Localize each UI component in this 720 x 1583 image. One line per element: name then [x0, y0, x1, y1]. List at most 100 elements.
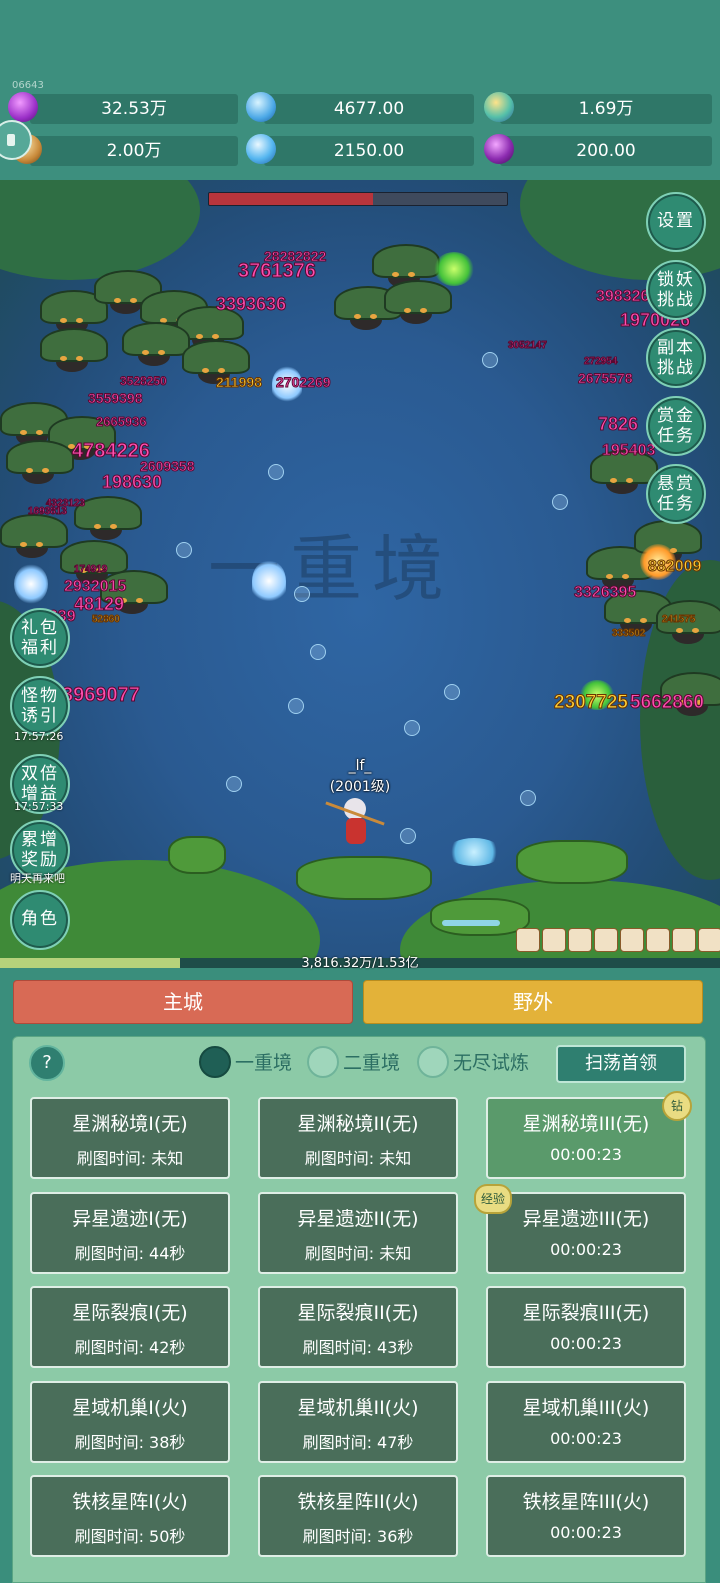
reward-task-label: 悬赏 任务 — [657, 474, 695, 514]
skill-icon[interactable] — [620, 928, 644, 952]
radio-dot — [307, 1046, 339, 1078]
stage-card[interactable]: 星渊秘境III(无) 00:00:23 钻 — [486, 1091, 692, 1179]
stage-card[interactable]: 星渊秘境II(无) 刷图时间: 未知 — [258, 1097, 458, 1179]
stage-card[interactable]: 异星遗迹III(无) 00:00:23 经验 — [474, 1184, 686, 1274]
damage-number: 3393636 — [215, 294, 287, 315]
realm-watermark: 一重境 — [208, 527, 455, 611]
cumulative-reward-label: 累增 奖励 — [21, 830, 59, 870]
settings-button[interactable]: 设置 — [646, 192, 706, 252]
damage-number: 211998 — [216, 374, 263, 391]
tab-main-city[interactable]: 主城 — [13, 980, 353, 1024]
id-text: 06643 — [12, 80, 44, 91]
stage-card[interactable]: 星渊秘境I(无) 刷图时间: 未知 — [30, 1097, 230, 1179]
stage-time: 刷图时间: 47秒 — [302, 1433, 414, 1452]
resource-row-1: 32.53万 4677.00 1.69万 — [0, 92, 720, 126]
stage-card[interactable]: 异星遗迹II(无) 刷图时间: 未知 — [258, 1192, 458, 1274]
stage-panel: ? 一重境 二重境 无尽试炼 扫荡首领 星渊秘境I(无) 刷图时间: 未知 星渊秘境… — [12, 1036, 706, 1583]
resource-row-2: 2.00万 2150.00 200.00 — [0, 134, 720, 168]
stage-card[interactable]: 星际裂痕II(无) 刷图时间: 43秒 — [258, 1286, 458, 1368]
reward-task-button[interactable]: 悬赏 任务 — [646, 464, 706, 524]
stage-title: 星渊秘境II(无) — [297, 1113, 419, 1135]
boss-hp-bar — [208, 192, 508, 206]
resource-purple-fruit: 200.00 — [500, 136, 712, 166]
poison-effect — [434, 252, 474, 286]
leaf-platform — [516, 840, 628, 884]
bubble — [404, 720, 420, 736]
demon-lock-challenge-button[interactable]: 锁妖 挑战 — [646, 260, 706, 320]
realm-radio-label: 二重境 — [343, 1052, 401, 1074]
dungeon-challenge-label: 副本 挑战 — [657, 338, 695, 378]
resource-ice-shard: 2150.00 — [264, 136, 474, 166]
tab-wild[interactable]: 野外 — [363, 980, 703, 1024]
help-button[interactable]: ? — [29, 1045, 65, 1081]
stage-title: 铁核星阵III(火) — [522, 1491, 650, 1513]
mushroom-monster — [6, 440, 74, 486]
stage-time: 00:00:23 — [550, 1429, 622, 1448]
stage-card[interactable]: 星际裂痕III(无) 00:00:23 — [486, 1286, 686, 1368]
stage-time: 刷图时间: 38秒 — [74, 1433, 186, 1452]
tornado-effect — [252, 560, 286, 602]
stage-time: 刷图时间: 42秒 — [74, 1338, 186, 1357]
bubble — [520, 790, 536, 806]
stage-card[interactable]: 星域机巢II(火) 刷图时间: 47秒 — [258, 1381, 458, 1463]
skill-icon[interactable] — [568, 928, 592, 952]
stage-time: 刷图时间: 43秒 — [302, 1338, 414, 1357]
stage-card[interactable]: 星域机巢I(火) 刷图时间: 38秒 — [30, 1381, 230, 1463]
skill-icon[interactable] — [594, 928, 618, 952]
player-mana-bar — [442, 920, 500, 926]
demon-lock-challenge-label: 锁妖 挑战 — [657, 270, 695, 310]
sweep-boss-button[interactable]: 扫荡首领 — [556, 1045, 686, 1083]
stage-time: 刷图时间: 44秒 — [74, 1244, 186, 1263]
character-button[interactable]: 角色 — [10, 890, 70, 950]
resource-value: 32.53万 — [101, 99, 167, 119]
resource-value: 1.69万 — [578, 99, 634, 119]
stage-card[interactable]: 铁核星阵I(火) 刷图时间: 50秒 — [30, 1475, 230, 1557]
bubble — [482, 352, 498, 368]
skill-icon[interactable] — [672, 928, 696, 952]
stage-title: 异星遗迹II(无) — [297, 1208, 419, 1230]
skill-icon[interactable] — [516, 928, 540, 952]
skill-icon[interactable] — [542, 928, 566, 952]
damage-number: 3528250 — [120, 374, 168, 389]
crystal-tree-icon — [446, 838, 502, 866]
bubble — [268, 464, 284, 480]
resource-gold-scroll: 2.00万 — [30, 136, 238, 166]
radio-dot — [417, 1046, 449, 1078]
bubble — [552, 494, 568, 510]
damage-number: 198630 — [101, 472, 163, 493]
stage-card[interactable]: 异星遗迹I(无) 刷图时间: 44秒 — [30, 1192, 230, 1274]
stage-card[interactable]: 星际裂痕I(无) 刷图时间: 42秒 — [30, 1286, 230, 1368]
blue-crystal-icon — [246, 92, 276, 122]
purple-gem-icon — [8, 92, 38, 122]
skill-icon[interactable] — [698, 928, 720, 952]
character-label: 角色 — [21, 909, 59, 929]
purple-fruit-icon — [484, 134, 514, 164]
stage-title: 星际裂痕I(无) — [72, 1302, 188, 1324]
damage-number: 2675578 — [578, 370, 634, 387]
stage-title: 异星遗迹I(无) — [72, 1208, 188, 1230]
mushroom-monster — [122, 322, 190, 368]
stage-time: 刷图时间: 36秒 — [302, 1527, 414, 1546]
damage-number: 174919 — [73, 564, 108, 576]
leaf-platform — [168, 836, 226, 874]
damage-number: 2665936 — [96, 414, 148, 430]
stage-time: 刷图时间: 50秒 — [74, 1527, 186, 1546]
double-buff-timer: 17:57:33 — [14, 800, 64, 813]
stage-card[interactable]: 铁核星阵II(火) 刷图时间: 36秒 — [258, 1475, 458, 1557]
stage-title: 星际裂痕II(无) — [297, 1302, 419, 1324]
monster-lure-button[interactable]: 怪物 诱引 — [10, 676, 70, 736]
settings-label: 设置 — [657, 211, 695, 231]
bubble — [288, 698, 304, 714]
bubble — [176, 542, 192, 558]
skill-icon[interactable] — [646, 928, 670, 952]
dungeon-challenge-button[interactable]: 副本 挑战 — [646, 328, 706, 388]
gift-welfare-button[interactable]: 礼包 福利 — [10, 608, 70, 668]
stage-title: 铁核星阵II(火) — [297, 1491, 419, 1513]
leaf-platform — [296, 856, 432, 900]
damage-number: 241575 — [661, 614, 696, 626]
bounty-gold-task-label: 赏金 任务 — [657, 406, 695, 446]
stage-time: 00:00:23 — [550, 1240, 622, 1259]
stage-card[interactable]: 铁核星阵III(火) 00:00:23 — [486, 1475, 686, 1557]
stage-card[interactable]: 星域机巢III(火) 00:00:23 — [486, 1381, 686, 1463]
bounty-gold-task-button[interactable]: 赏金 任务 — [646, 396, 706, 456]
